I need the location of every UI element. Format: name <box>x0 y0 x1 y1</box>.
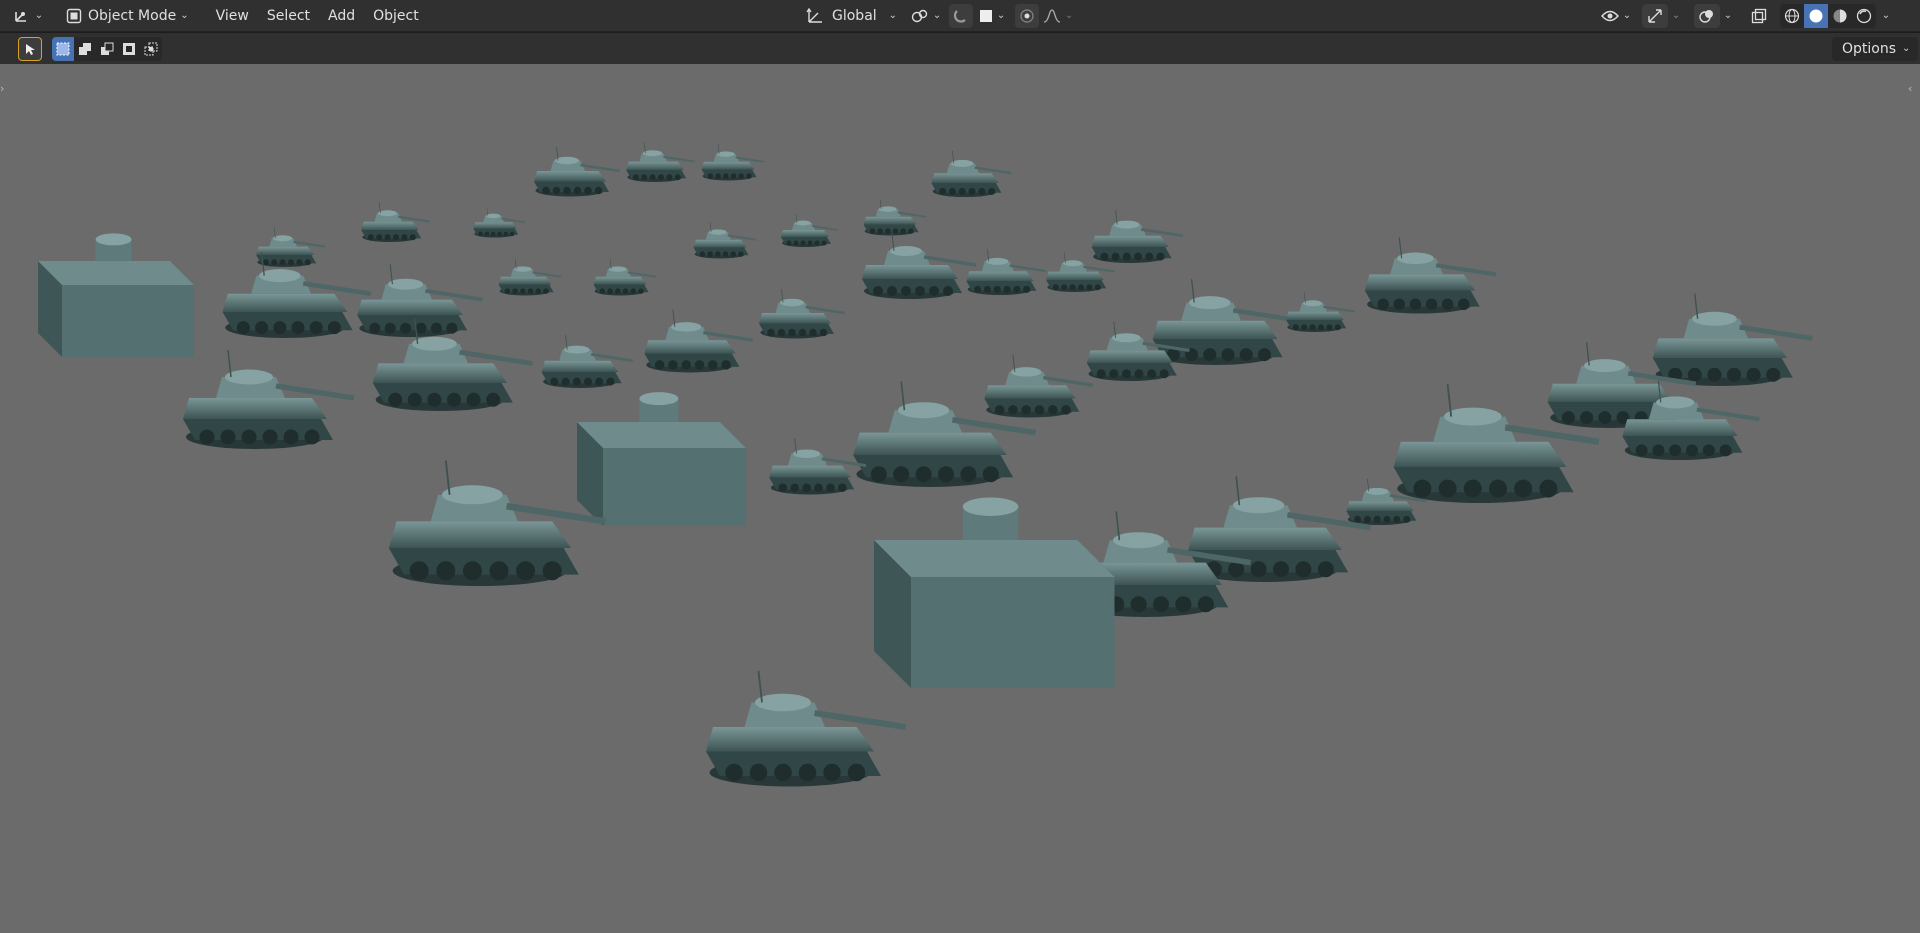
chevron-down-icon: ⌄ <box>1671 10 1681 21</box>
magnet-icon <box>953 8 969 24</box>
snap-square-icon <box>979 9 993 23</box>
proportional-edit-icon <box>1019 8 1035 24</box>
transform-orientation-selector[interactable]: Global ⌄ <box>800 4 903 28</box>
select-subtract-icon <box>100 42 114 56</box>
xray-icon <box>1751 8 1767 24</box>
visibility-selector[interactable]: ⌄ <box>1596 4 1636 28</box>
chevron-down-icon: ⌄ <box>932 10 942 21</box>
sidebar-expand-chevron-icon[interactable]: ‹ <box>1908 82 1918 102</box>
chevron-down-icon: ⌄ <box>996 10 1006 21</box>
material-sphere-icon <box>1832 8 1848 24</box>
gizmo-toggle[interactable] <box>1642 3 1668 28</box>
overlays-toggle[interactable] <box>1694 3 1720 28</box>
chevron-down-icon: ⌄ <box>1064 10 1074 21</box>
selection-mode-group <box>52 36 162 61</box>
chevron-down-icon: ⌄ <box>1622 10 1632 21</box>
select-extend-icon <box>78 42 92 56</box>
select-new-icon <box>56 42 70 56</box>
select-intersect-icon <box>144 42 158 56</box>
chevron-down-icon: ⌄ <box>180 10 189 21</box>
wireframe-shading-button[interactable] <box>1780 4 1804 28</box>
select-cursor-icon <box>23 42 37 56</box>
select-new-button[interactable] <box>52 36 74 61</box>
gizmo-arrows-icon <box>1647 8 1663 24</box>
pivot-icon <box>911 8 929 24</box>
solid-shading-button[interactable] <box>1804 3 1828 28</box>
options-label: Options <box>1842 40 1897 57</box>
snap-toggle[interactable] <box>949 3 974 28</box>
wireframe-sphere-icon <box>1784 8 1800 24</box>
material-shading-button[interactable] <box>1828 4 1852 28</box>
snap-target-selector[interactable]: ⌄ <box>975 4 1009 28</box>
mode-selector[interactable]: Object Mode ⌄ <box>62 4 197 28</box>
chevron-down-icon: ⌄ <box>1881 10 1891 21</box>
select-subtract-button[interactable] <box>96 37 118 61</box>
chevron-down-icon: ⌄ <box>1902 43 1911 54</box>
active-tool-select-box[interactable] <box>18 36 42 61</box>
overlay-circles-icon <box>1698 8 1716 24</box>
mode-label: Object Mode <box>88 7 177 24</box>
viewport-header: ⌄ Object Mode ⌄ View Select Add Object G… <box>0 0 1920 32</box>
object-mode-icon <box>66 8 82 24</box>
editor-type-selector[interactable]: ⌄ <box>8 4 48 28</box>
orientation-label: Global <box>832 7 877 24</box>
select-invert-button[interactable] <box>118 37 140 61</box>
tool-header: Options ⌄ <box>0 33 1920 64</box>
options-dropdown[interactable]: Options ⌄ <box>1832 36 1919 61</box>
orientation-axes-icon <box>806 7 824 24</box>
menu-view[interactable]: View <box>207 4 258 28</box>
tank-models-scene <box>37 141 1920 933</box>
toolbar-expand-chevron-icon[interactable]: › <box>0 82 10 102</box>
falloff-curve-icon <box>1043 8 1061 24</box>
shading-mode-group <box>1780 3 1876 28</box>
chevron-down-icon: ⌄ <box>888 10 898 21</box>
select-intersect-button[interactable] <box>140 37 162 61</box>
3d-viewport[interactable]: › ‹ <box>0 64 1920 933</box>
menu-select[interactable]: Select <box>258 4 319 28</box>
gizmo-dropdown[interactable]: ⌄ <box>1668 4 1684 28</box>
select-extend-button[interactable] <box>74 37 96 61</box>
menu-object[interactable]: Object <box>364 4 428 28</box>
xray-toggle[interactable] <box>1746 4 1772 28</box>
eye-icon <box>1600 9 1619 23</box>
menu-add[interactable]: Add <box>319 4 364 28</box>
rendered-shading-button[interactable] <box>1852 4 1876 28</box>
axis-gizmo-icon <box>13 8 31 24</box>
pivot-point-selector[interactable]: ⌄ <box>907 4 945 28</box>
select-invert-icon <box>122 42 136 56</box>
chevron-down-icon: ⌄ <box>1723 10 1733 21</box>
proportional-edit-toggle[interactable] <box>1015 3 1040 28</box>
rendered-sphere-icon <box>1856 8 1872 24</box>
overlays-dropdown[interactable]: ⌄ <box>1720 4 1736 28</box>
shading-dropdown[interactable]: ⌄ <box>1878 4 1894 28</box>
solid-sphere-icon <box>1808 8 1824 24</box>
proportional-falloff-selector[interactable]: ⌄ <box>1041 4 1075 28</box>
chevron-down-icon: ⌄ <box>34 10 44 21</box>
